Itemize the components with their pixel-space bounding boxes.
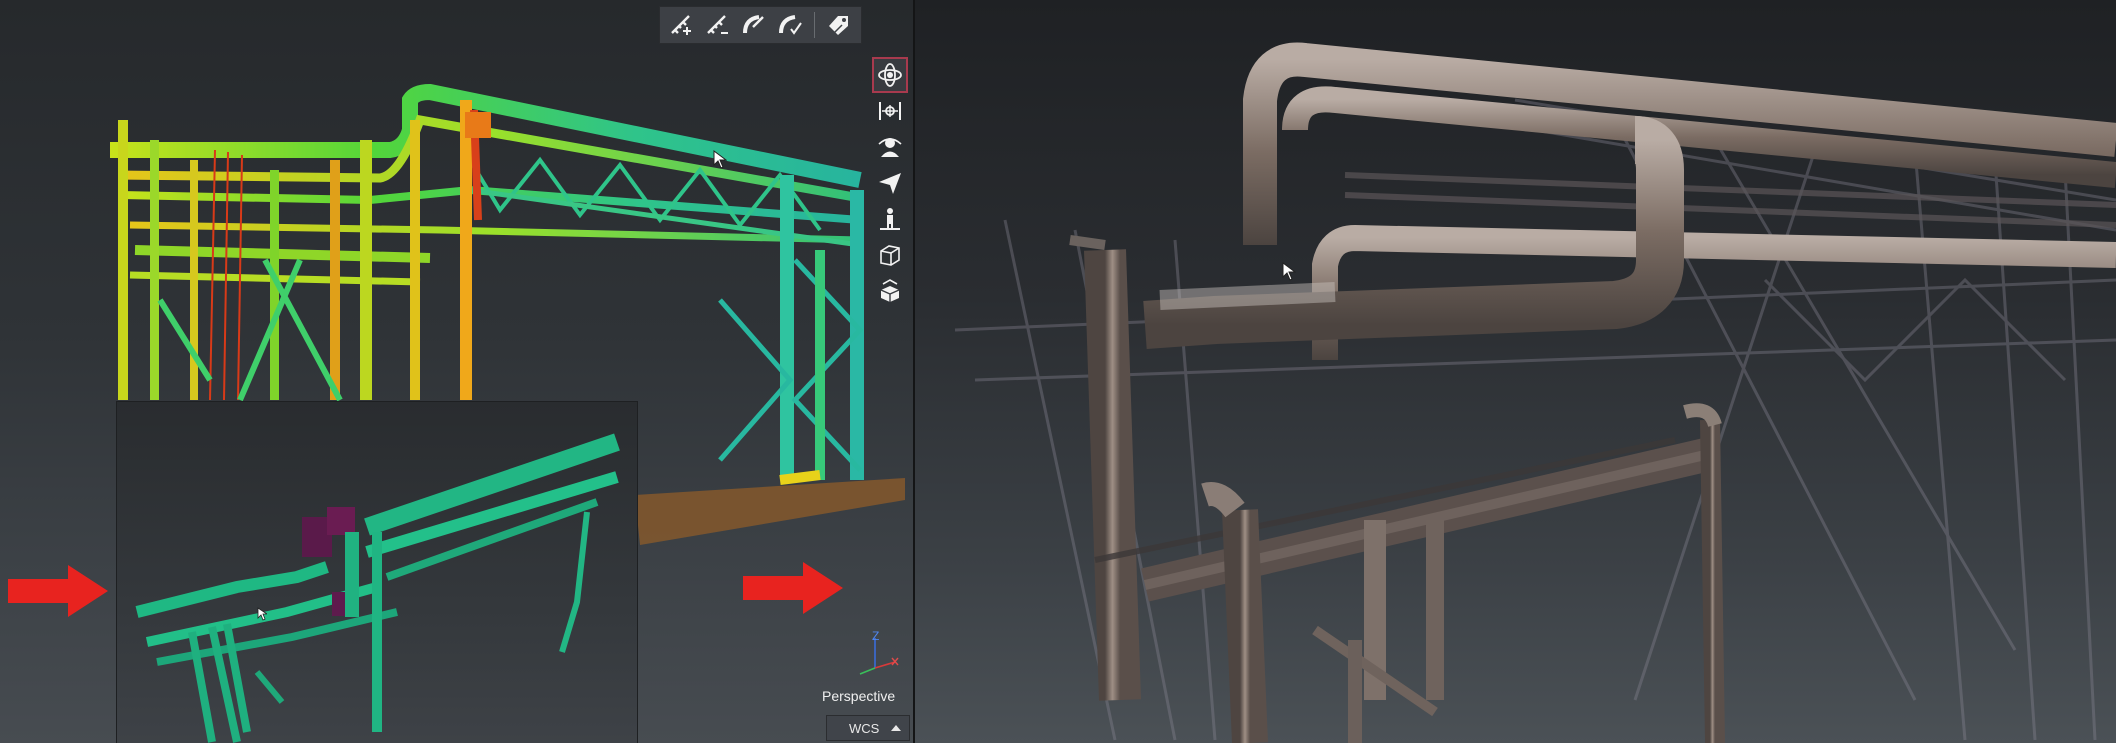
textured-pipe-scene[interactable] [915,0,2116,743]
measurement-toolbar [659,6,862,44]
walk-button[interactable] [872,201,908,237]
tags-button[interactable] [821,10,857,40]
navigation-toolbar [872,57,908,309]
pipe-edit-button[interactable] [736,10,772,40]
left-3d-viewport[interactable]: Z Perspective WCS [0,0,915,743]
coordinate-system-dropdown[interactable]: WCS [826,715,910,741]
pipe-check-icon [779,15,802,35]
section-box-icon [880,279,900,302]
section-box-button[interactable] [872,273,908,309]
right-3d-viewport[interactable] [915,0,2116,743]
add-measure-icon [671,15,691,35]
measure-button[interactable] [700,10,736,40]
left-red-arrow-icon [8,565,108,617]
inset-viewport[interactable] [116,401,638,743]
add-measure-button[interactable] [664,10,700,40]
inset-pipe-model [135,433,620,743]
axis-gizmo: Z [859,630,899,675]
tags-icon [829,16,848,35]
orbit-button[interactable] [872,57,908,93]
observer-icon [878,138,902,157]
observer-button[interactable] [872,129,908,165]
coordinate-system-value: WCS [849,720,880,736]
pipe-check-button[interactable] [772,10,808,40]
pan-center-icon [879,102,901,120]
caret-up-icon [891,725,901,731]
projection-label: Perspective [822,688,896,704]
axis-z-label: Z [872,630,879,643]
box-view-button[interactable] [872,237,908,273]
fly-icon [879,173,901,194]
orbit-icon [878,63,902,87]
right-red-arrow-icon [743,562,843,614]
measure-icon [707,15,728,34]
mouse-cursor-icon [713,150,727,169]
box-view-icon [880,245,900,266]
walk-icon [880,208,900,230]
right-mouse-cursor-icon [1282,262,1296,281]
pipe-edit-icon [743,15,764,34]
toolbar-separator [814,12,815,38]
inset-cursor-icon [257,607,267,621]
fly-button[interactable] [872,165,908,201]
pan-center-button[interactable] [872,93,908,129]
